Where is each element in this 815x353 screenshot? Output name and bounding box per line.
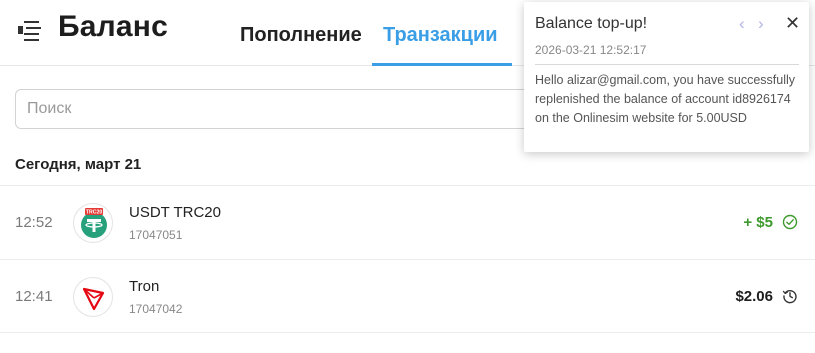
day-group-label: Сегодня, март 21 [15,156,142,173]
notification-timestamp: 2026-03-21 12:52:17 [535,43,647,57]
search-box [15,89,555,129]
active-tab-indicator [372,63,512,66]
chevron-right-icon[interactable]: › [758,15,764,32]
transaction-time: 12:41 [15,288,53,305]
transaction-id: 17047042 [129,302,183,316]
notification-title: Balance top-up! [535,15,648,32]
coin-badge-label: TRC20 [86,210,103,216]
search-input[interactable] [16,90,554,128]
close-icon[interactable]: ✕ [785,14,800,32]
page-title: Баланс [58,10,168,43]
transaction-id: 17047051 [129,228,183,242]
usdt-trc20-icon: TRC20 [73,203,113,243]
tron-icon [73,277,113,317]
transaction-row[interactable]: 12:41 Tron 17047042 $2.06 [0,259,815,333]
transaction-amount: + $5 [743,214,773,231]
check-circle-icon [782,214,798,230]
notification-popup: Balance top-up! ‹ › ✕ 2026-03-21 12:52:1… [524,2,809,152]
chevron-left-icon[interactable]: ‹ [739,15,745,32]
transaction-time: 12:52 [15,214,53,231]
tab-transactions[interactable]: Транзакции [383,24,498,47]
notification-message: Hello alizar@gmail.com, you have success… [535,73,796,125]
transaction-row[interactable]: 12:52 TRC20 USDT TRC20 17047051 + $5 [0,185,815,259]
divider [535,64,799,65]
transaction-name: Tron [129,278,160,295]
history-icon [782,288,798,304]
transaction-name: USDT TRC20 [129,204,221,221]
transaction-amount: $2.06 [735,288,773,305]
menu-collapse-icon[interactable] [18,18,41,41]
tab-topup[interactable]: Пополнение [240,24,362,47]
